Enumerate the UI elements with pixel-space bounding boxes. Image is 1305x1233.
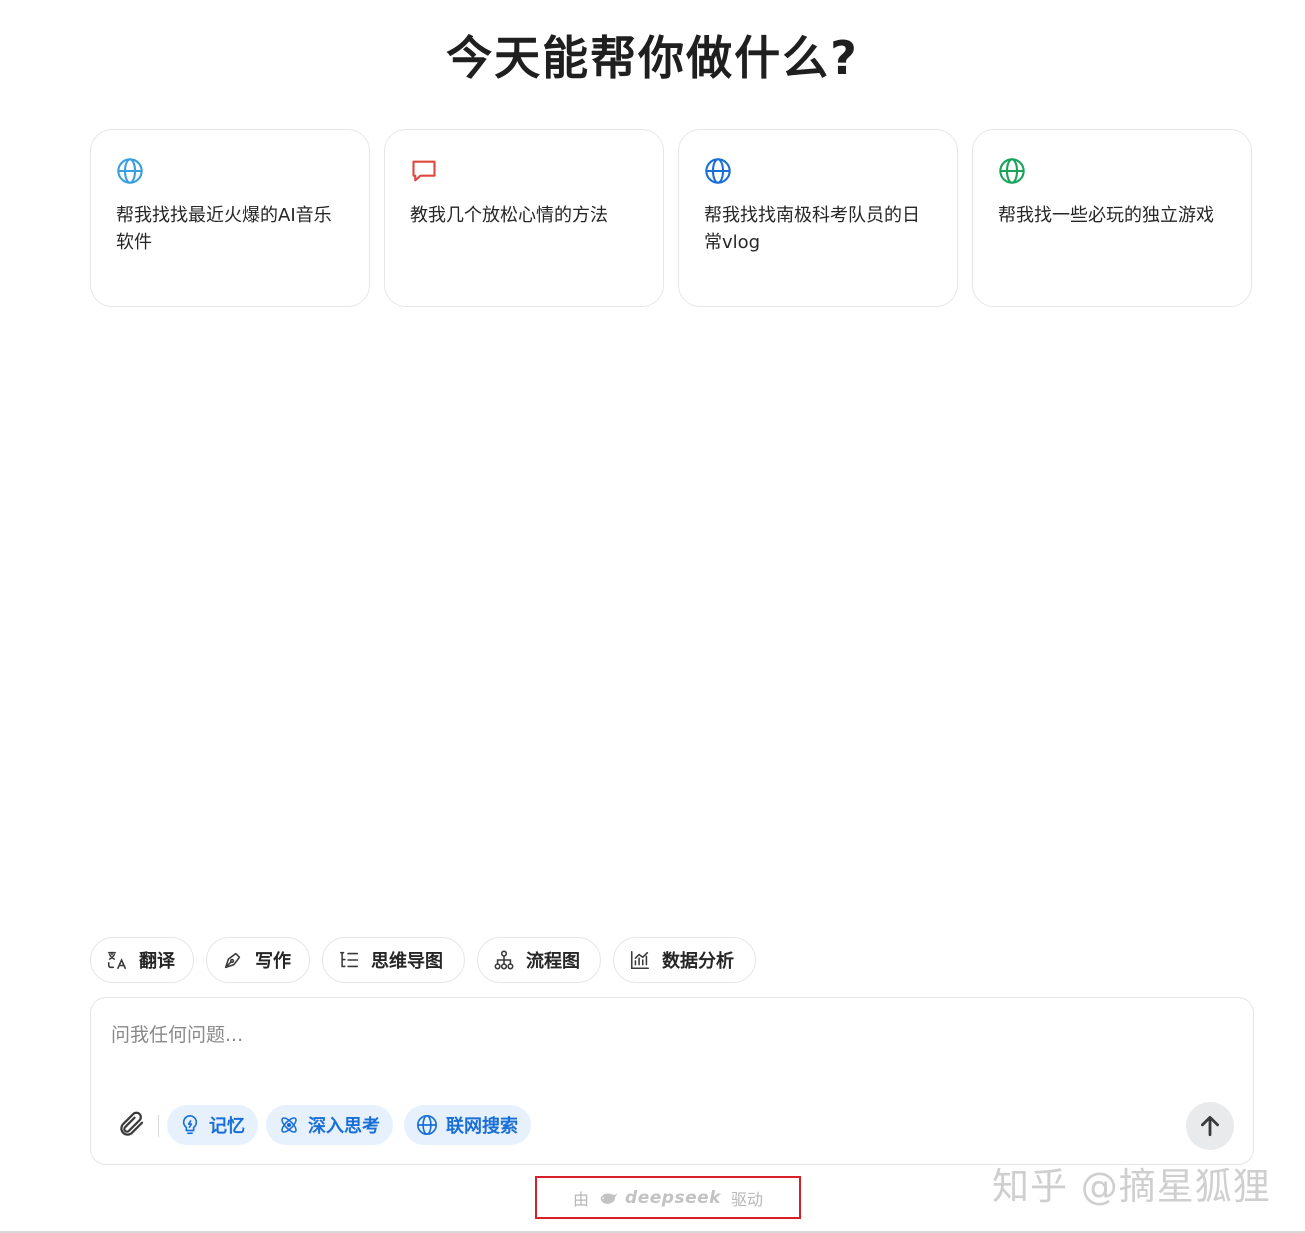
divider: [158, 1115, 159, 1137]
tool-flowchart[interactable]: 流程图: [477, 937, 601, 983]
suggestion-text: 教我几个放松心情的方法: [410, 205, 608, 226]
powered-suffix: 驱动: [730, 1189, 763, 1209]
memory-toggle[interactable]: 记忆: [167, 1105, 258, 1145]
tool-translate[interactable]: 翻译: [90, 937, 194, 983]
powered-brand: deepseek: [625, 1187, 721, 1208]
tool-label: 思维导图: [371, 951, 443, 972]
globe-icon: [999, 158, 1025, 184]
tool-label: 写作: [255, 951, 291, 972]
suggestion-cards: 帮我找找最近火爆的AI音乐软件 教我几个放松心情的方法 帮我找找南极科考队员的日…: [90, 129, 1254, 309]
whale-logo-icon: [600, 1192, 618, 1204]
suggestion-card[interactable]: 帮我找找最近火爆的AI音乐软件: [90, 129, 370, 307]
watermark: 知乎 @摘星狐狸: [992, 1165, 1271, 1208]
page-title: 今天能帮你做什么?: [446, 31, 859, 85]
powered-prefix: 由: [573, 1189, 590, 1209]
globe-icon: [117, 158, 143, 184]
suggestion-card[interactable]: 帮我找一些必玩的独立游戏: [972, 129, 1252, 307]
flowchart-icon: [494, 950, 514, 970]
atom-icon: [281, 1117, 297, 1133]
option-label: 深入思考: [308, 1116, 380, 1137]
mindmap-icon: [339, 951, 359, 968]
globe-icon: [417, 1115, 437, 1135]
tool-label: 流程图: [526, 951, 580, 972]
globe-icon: [705, 158, 731, 184]
pen-icon: [224, 952, 241, 969]
option-label: 记忆: [209, 1116, 245, 1137]
web-search-toggle[interactable]: 联网搜索: [404, 1105, 531, 1145]
translate-icon: [107, 951, 127, 970]
tool-label: 数据分析: [662, 951, 734, 972]
suggestion-text: 帮我找找最近火爆的AI音乐软件: [116, 205, 332, 253]
tool-label: 翻译: [139, 951, 175, 972]
tool-mindmap[interactable]: 思维导图: [322, 937, 465, 983]
chat-bubble-icon: [412, 160, 436, 182]
chart-icon: [630, 950, 650, 970]
chat-input[interactable]: [109, 1018, 1213, 1082]
paperclip-icon[interactable]: [117, 1109, 147, 1139]
suggestion-text: 帮我找一些必玩的独立游戏: [998, 205, 1214, 226]
suggestion-card[interactable]: 教我几个放松心情的方法: [384, 129, 664, 307]
tool-writing[interactable]: 写作: [206, 937, 310, 983]
deep-think-toggle[interactable]: 深入思考: [266, 1105, 393, 1145]
powered-by: 由 deepseek 驱动: [535, 1176, 801, 1219]
option-label: 联网搜索: [446, 1116, 518, 1137]
suggestion-text: 帮我找找南极科考队员的日常vlog: [704, 205, 920, 253]
tool-data-analysis[interactable]: 数据分析: [613, 937, 756, 983]
arrow-up-icon: [1201, 1115, 1219, 1137]
bulb-icon: [182, 1115, 198, 1135]
send-button[interactable]: [1186, 1102, 1234, 1150]
chat-composer: 记忆 深入思考 联网搜索: [90, 997, 1254, 1165]
suggestion-card[interactable]: 帮我找找南极科考队员的日常vlog: [678, 129, 958, 307]
